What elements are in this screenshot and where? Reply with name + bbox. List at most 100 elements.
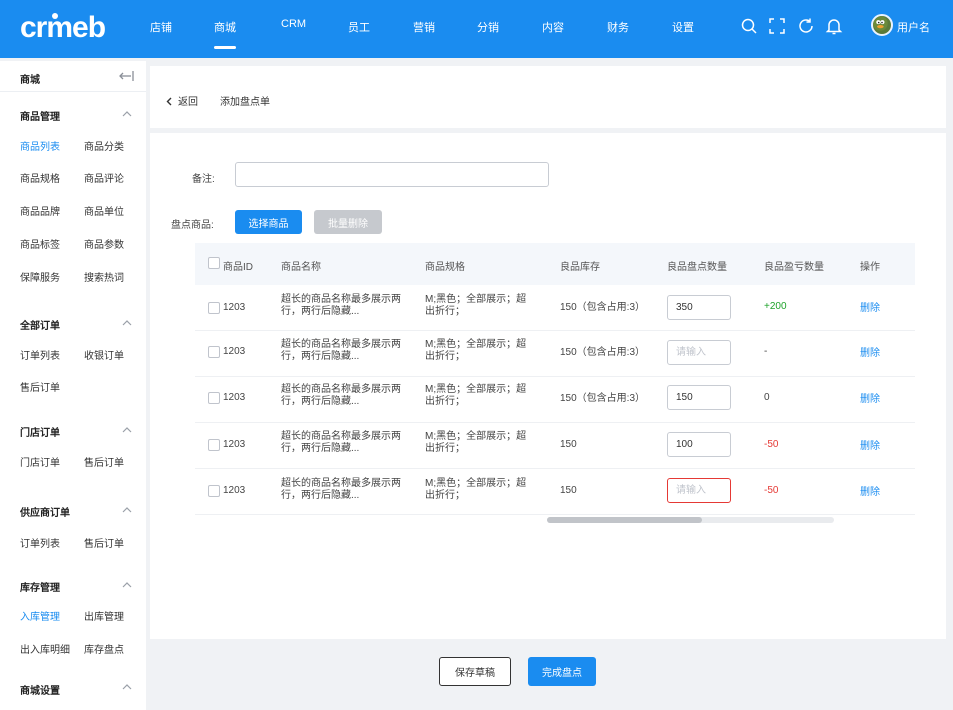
nav-item-finance[interactable]: 财务 [607,19,629,35]
chevron-left-icon [166,97,172,106]
back-label: 返回 [178,97,198,108]
sidebar-group-mall-settings[interactable]: 商城设置 [20,682,60,697]
count-input[interactable] [667,385,731,410]
sidebar-item-store-orders[interactable]: 门店订单 [20,454,60,469]
row-checkbox[interactable] [208,439,220,451]
nav-item-mall[interactable]: 商城 [214,19,236,49]
sidebar-item-product-tag[interactable]: 商品标签 [20,236,60,251]
col-stock: 良品库存 [560,262,600,273]
sidebar-item-supplier-after-sale[interactable]: 售后订单 [84,535,124,550]
delete-link[interactable]: 删除 [860,394,880,406]
sidebar-item-store-after-sale[interactable]: 售后订单 [84,454,124,469]
stock-value: 150（包含占用:3） [560,347,646,358]
sidebar-item-order-list[interactable]: 订单列表 [20,347,60,362]
complete-stocktake-button[interactable]: 完成盘点 [528,657,596,686]
bell-icon[interactable] [825,17,843,35]
product-id: 1203 [223,392,246,403]
sidebar-item-stocktake[interactable]: 库存盘点 [84,641,124,656]
table-row: 1203 超长的商品名称最多展示两行，两行后隐藏... M;黑色；全部展示；超出… [195,469,915,515]
nav-item-distribution[interactable]: 分销 [477,19,499,35]
stock-value: 150（包含占用:3） [560,302,646,313]
sidebar-group-store-orders[interactable]: 门店订单 [20,424,60,439]
top-navbar: crmeb 店铺 商城 CRM 员工 营销 分销 内容 财务 设置 用户名 [0,0,953,58]
sidebar-item-product-category[interactable]: 商品分类 [84,138,124,153]
nav-item-store[interactable]: 店铺 [150,19,172,35]
row-checkbox[interactable] [208,302,220,314]
select-products-button[interactable]: 选择商品 [235,210,302,234]
sidebar-group-inventory[interactable]: 库存管理 [20,579,60,594]
sidebar-item-guarantee[interactable]: 保障服务 [20,269,60,284]
sidebar-item-cashier-orders[interactable]: 收银订单 [84,347,124,362]
product-spec: M;黑色；全部展示；超出折行； [425,431,527,454]
user-name[interactable]: 用户名 [897,19,930,35]
chevron-up-icon[interactable] [122,683,132,690]
sidebar-item-product-brand[interactable]: 商品品牌 [20,203,60,218]
chevron-up-icon[interactable] [122,426,132,433]
sidebar-item-product-spec[interactable]: 商品规格 [20,170,60,185]
chevron-up-icon[interactable] [122,110,132,117]
sidebar-item-product-review[interactable]: 商品评论 [84,170,124,185]
svg-text:crmeb: crmeb [20,11,106,44]
row-checkbox[interactable] [208,392,220,404]
avatar[interactable] [871,14,893,36]
horizontal-scrollbar[interactable] [547,517,834,523]
refresh-icon[interactable] [797,17,815,35]
product-id: 1203 [223,485,246,496]
nav-item-settings[interactable]: 设置 [672,19,694,35]
sidebar-item-after-sale[interactable]: 售后订单 [20,379,60,394]
save-draft-button[interactable]: 保存草稿 [439,657,511,686]
product-name: 超长的商品名称最多展示两行，两行后隐藏... [281,339,401,362]
nav-item-marketing[interactable]: 营销 [413,19,435,35]
select-all-checkbox[interactable] [208,257,220,269]
nav-item-crm[interactable]: CRM [281,18,306,30]
delete-link[interactable]: 删除 [860,487,880,499]
count-input[interactable] [667,295,731,320]
row-checkbox[interactable] [208,485,220,497]
collapse-sidebar-icon[interactable] [118,70,134,82]
sidebar-item-stock-out[interactable]: 出库管理 [84,608,124,623]
delete-link[interactable]: 删除 [860,303,880,315]
sidebar-group-product[interactable]: 商品管理 [20,108,60,123]
delete-link[interactable]: 删除 [860,441,880,453]
stock-value: 150（包含占用:3） [560,393,646,404]
sidebar-group-orders[interactable]: 全部订单 [20,317,60,332]
diff-value: -50 [764,439,779,450]
sidebar-group-supplier-orders[interactable]: 供应商订单 [20,504,70,519]
stock-value: 150 [560,439,577,450]
chevron-up-icon[interactable] [122,581,132,588]
sidebar: 商城 商品管理 商品列表 商品分类 商品规格 商品评论 商品品牌 商品单位 商品… [0,61,146,710]
sidebar-item-product-unit[interactable]: 商品单位 [84,203,124,218]
sidebar-item-product-list[interactable]: 商品列表 [20,138,60,153]
crmeb-logo[interactable]: crmeb [20,10,112,44]
product-name: 超长的商品名称最多展示两行，两行后隐藏... [281,294,401,317]
row-checkbox[interactable] [208,346,220,358]
count-input[interactable] [667,478,731,503]
footer-actions: 保存草稿 完成盘点 [150,642,946,702]
product-spec: M;黑色；全部展示；超出折行； [425,339,527,362]
product-id: 1203 [223,439,246,450]
chevron-up-icon[interactable] [122,319,132,326]
product-spec: M;黑色；全部展示；超出折行； [425,294,527,317]
sidebar-item-stock-in[interactable]: 入库管理 [20,608,60,623]
sidebar-item-supplier-order-list[interactable]: 订单列表 [20,535,60,550]
nav-item-content[interactable]: 内容 [542,19,564,35]
delete-link[interactable]: 删除 [860,348,880,360]
count-input[interactable] [667,340,731,365]
page-title: 添加盘点单 [220,97,270,108]
sidebar-item-stock-detail[interactable]: 出入库明细 [20,641,70,656]
product-spec: M;黑色；全部展示；超出折行； [425,478,527,501]
table-row: 1203 超长的商品名称最多展示两行，两行后隐藏... M;黑色；全部展示；超出… [195,423,915,469]
sidebar-item-product-param[interactable]: 商品参数 [84,236,124,251]
sidebar-item-hot-search[interactable]: 搜索热词 [84,269,124,284]
scrollbar-thumb[interactable] [547,517,702,523]
count-input[interactable] [667,432,731,457]
chevron-up-icon[interactable] [122,506,132,513]
sidebar-header: 商城 [0,61,146,92]
nav-item-staff[interactable]: 员工 [348,19,370,35]
remark-input[interactable] [235,162,549,187]
col-product-name: 商品名称 [281,262,321,273]
search-icon[interactable] [740,17,758,35]
fullscreen-icon[interactable] [768,17,786,35]
back-button[interactable]: 返回 [166,93,198,108]
diff-value: -50 [764,485,779,496]
